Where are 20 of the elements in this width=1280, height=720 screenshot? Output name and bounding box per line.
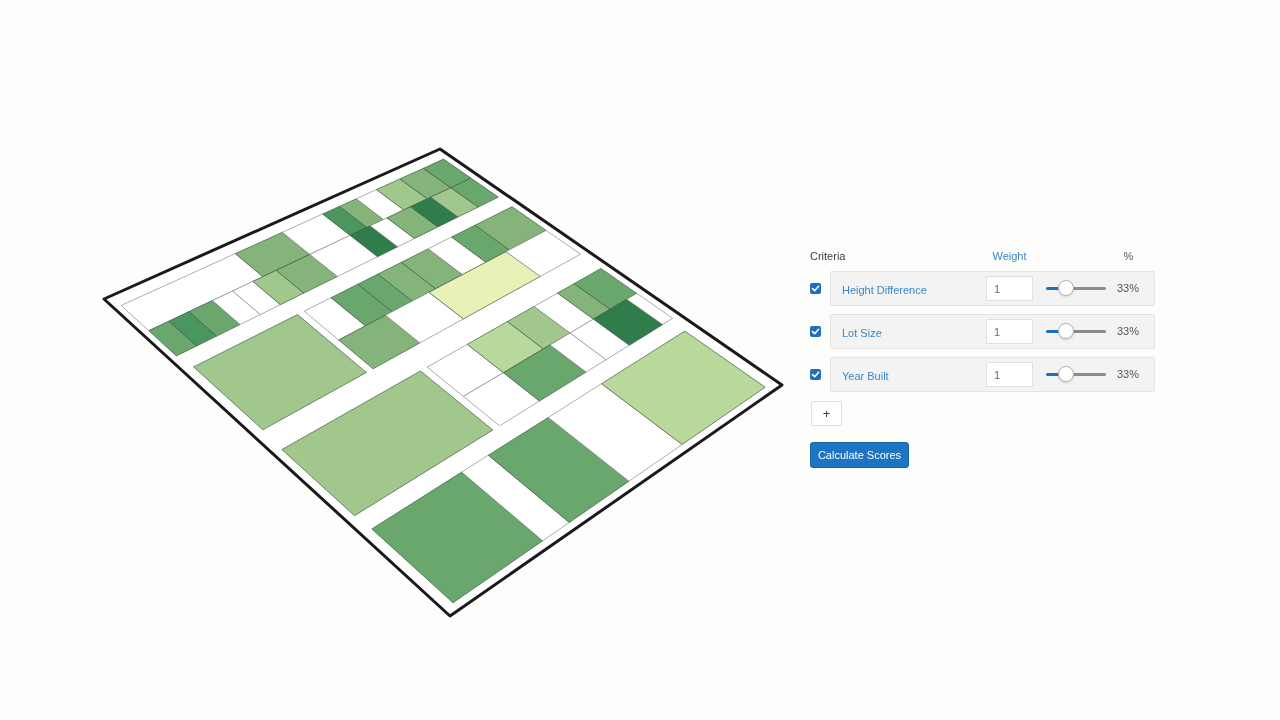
calculate-scores-button[interactable]: Calculate Scores bbox=[810, 442, 909, 468]
criteria-header: Criteria bbox=[810, 250, 846, 262]
criterion-label: Year Built bbox=[842, 369, 889, 382]
weight-header: Weight bbox=[992, 249, 1027, 264]
percent-header: % bbox=[1123, 249, 1134, 264]
checkbox[interactable] bbox=[810, 369, 821, 380]
slider-thumb[interactable] bbox=[1057, 280, 1074, 296]
slider-thumb[interactable] bbox=[1057, 323, 1074, 339]
checkbox[interactable] bbox=[810, 326, 821, 337]
weight-input[interactable]: 1 bbox=[986, 276, 1033, 301]
criterion-label: Lot Size bbox=[842, 326, 882, 339]
weight-percent: 33% bbox=[1117, 367, 1140, 383]
checkbox[interactable] bbox=[810, 283, 821, 294]
weight-percent: 33% bbox=[1117, 281, 1140, 297]
criterion-label: Height Difference bbox=[842, 283, 927, 296]
add-criterion-button[interactable]: + bbox=[811, 401, 842, 426]
weight-input[interactable]: 1 bbox=[986, 319, 1033, 344]
slider-thumb[interactable] bbox=[1057, 366, 1074, 382]
weight-input[interactable]: 1 bbox=[986, 362, 1033, 387]
weight-percent: 33% bbox=[1117, 324, 1140, 340]
